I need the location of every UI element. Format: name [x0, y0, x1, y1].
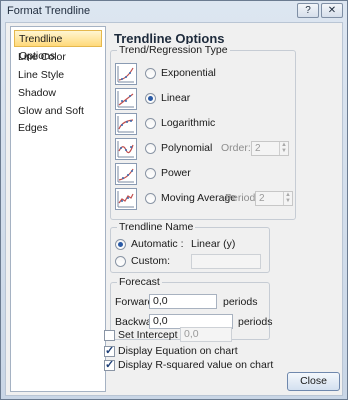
window-title: Format Trendline: [7, 5, 91, 17]
order-value: 2: [255, 143, 261, 154]
sidebar-item-line-style[interactable]: Line Style: [14, 67, 102, 84]
display-r-squared-label: Display R-squared value on chart: [118, 359, 274, 371]
power-icon: [115, 163, 137, 185]
polynomial-radio[interactable]: [145, 143, 156, 154]
trend-type-group-label: Trend/Regression Type: [117, 44, 230, 56]
display-equation-label: Display Equation on chart: [118, 345, 238, 357]
polynomial-label: Polynomial: [161, 142, 213, 154]
sidebar-item-trendline-options[interactable]: Trendline Options: [14, 30, 102, 62]
order-stepper[interactable]: 2 ▲ ▼: [251, 141, 289, 156]
dialog-client: Trendline Options Line Color Line Style …: [5, 22, 343, 396]
automatic-name-label: Automatic :: [131, 238, 184, 250]
custom-name-radio[interactable]: [115, 256, 126, 267]
exponential-radio[interactable]: [145, 68, 156, 79]
linear-label: Linear: [161, 92, 191, 104]
forward-input[interactable]: 0,0: [149, 294, 217, 309]
period-stepper[interactable]: 2 ▲ ▼: [255, 191, 293, 206]
trend-type-group: Trend/Regression Type Exponential Linear: [110, 44, 297, 220]
help-button[interactable]: ?: [297, 3, 319, 18]
option-moving-average[interactable]: Moving Average Period: 2 ▲ ▼: [115, 188, 297, 210]
option-logarithmic[interactable]: Logarithmic: [115, 113, 305, 135]
polynomial-icon: [115, 138, 137, 160]
trendline-name-group: Trendline Name Automatic : Linear (y) Cu…: [110, 221, 270, 273]
order-spin-arrows[interactable]: ▲ ▼: [279, 142, 288, 155]
forward-unit: periods: [223, 296, 258, 308]
period-label: Period:: [225, 192, 259, 204]
title-bar: Format Trendline ? ✕: [1, 1, 347, 21]
linear-icon: [115, 88, 137, 110]
logarithmic-label: Logarithmic: [161, 117, 216, 129]
power-radio[interactable]: [145, 168, 156, 179]
power-label: Power: [161, 167, 191, 179]
forecast-group-label: Forecast: [117, 276, 162, 288]
automatic-name-value: Linear (y): [191, 238, 236, 250]
period-spin-arrows[interactable]: ▲ ▼: [283, 192, 292, 205]
display-equation-checkbox[interactable]: [104, 344, 115, 357]
option-linear[interactable]: Linear: [115, 88, 305, 110]
format-trendline-dialog: Format Trendline ? ✕ Trendline Options L…: [0, 0, 348, 400]
option-power[interactable]: Power: [115, 163, 305, 185]
display-r-squared-checkbox[interactable]: [104, 358, 115, 371]
exponential-label: Exponential: [161, 67, 216, 79]
custom-name-label: Custom:: [131, 255, 171, 267]
period-value: 2: [259, 193, 265, 204]
automatic-name-radio[interactable]: [115, 239, 126, 250]
backward-unit: periods: [238, 316, 273, 328]
sidebar-item-glow-soft-edges[interactable]: Glow and Soft Edges: [14, 103, 102, 134]
close-button[interactable]: Close: [287, 372, 340, 391]
custom-name-field[interactable]: [191, 254, 261, 269]
logarithmic-radio[interactable]: [145, 118, 156, 129]
order-label: Order:: [221, 142, 251, 154]
sidebar: Trendline Options Line Color Line Style …: [10, 26, 106, 392]
close-window-button[interactable]: ✕: [321, 3, 343, 18]
sidebar-item-line-color[interactable]: Line Color: [14, 49, 102, 66]
option-exponential[interactable]: Exponential: [115, 63, 305, 85]
option-polynomial[interactable]: Polynomial Order: 2 ▲ ▼: [115, 138, 297, 160]
set-intercept-label: Set Intercept =: [118, 329, 187, 341]
set-intercept-checkbox[interactable]: [104, 330, 115, 341]
exponential-icon: [115, 63, 137, 85]
moving-average-icon: [115, 188, 137, 210]
sidebar-item-shadow[interactable]: Shadow: [14, 85, 102, 102]
set-intercept-field[interactable]: 0,0: [180, 327, 232, 342]
trendline-name-group-label: Trendline Name: [117, 221, 196, 233]
content-panel: Trendline Options Trend/Regression Type …: [104, 26, 340, 371]
linear-radio[interactable]: [145, 93, 156, 104]
logarithmic-icon: [115, 113, 137, 135]
moving-average-radio[interactable]: [145, 193, 156, 204]
